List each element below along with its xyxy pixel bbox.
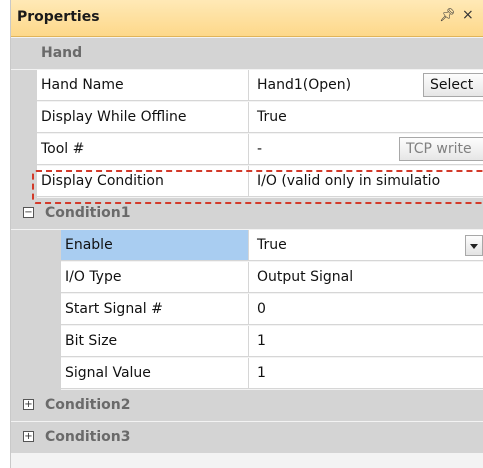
expand-icon[interactable]: +	[23, 431, 34, 442]
property-grid: Hand Hand Name Hand1(Open) Select Displa…	[11, 38, 483, 454]
pin-icon[interactable]: 📌︎	[439, 8, 456, 23]
property-row-io-type[interactable]: I/O Type Output Signal	[11, 262, 483, 294]
property-row-tool-number[interactable]: Tool # - TCP write	[11, 134, 483, 166]
property-row-start-signal[interactable]: Start Signal # 0	[11, 294, 483, 326]
category-condition2[interactable]: + Condition2	[11, 390, 483, 421]
category-condition1[interactable]: − Condition1	[11, 198, 483, 229]
property-value[interactable]: Output Signal	[249, 262, 483, 293]
property-name: Tool #	[37, 134, 249, 165]
property-name: Enable	[61, 230, 249, 261]
property-name: Display While Offline	[37, 102, 249, 133]
dropdown-arrow-icon[interactable]	[465, 235, 483, 256]
property-row-display-while-offline[interactable]: Display While Offline True	[11, 102, 483, 134]
panel-title-bar: Properties 📌︎ ×	[11, 0, 483, 37]
category-hand[interactable]: Hand	[11, 38, 483, 69]
select-button[interactable]: Select	[423, 73, 483, 97]
property-row-bit-size[interactable]: Bit Size 1	[11, 326, 483, 358]
category-label: Condition1	[45, 205, 131, 221]
property-value[interactable]: True	[249, 102, 483, 133]
close-icon[interactable]: ×	[462, 7, 474, 23]
property-value[interactable]: I/O (valid only in simulatio	[249, 166, 483, 197]
category-label: Hand	[41, 45, 83, 61]
property-value[interactable]: True	[249, 230, 483, 261]
property-name: Signal Value	[61, 358, 249, 389]
tcp-write-button[interactable]: TCP write	[399, 137, 483, 161]
property-name: Bit Size	[61, 326, 249, 357]
property-name: Start Signal #	[61, 294, 249, 325]
category-label: Condition3	[45, 429, 131, 445]
property-name: Display Condition	[37, 166, 249, 197]
property-value[interactable]: 0	[249, 294, 483, 325]
panel-title: Properties	[17, 9, 100, 25]
property-row-display-condition[interactable]: Display Condition I/O (valid only in sim…	[11, 166, 483, 198]
property-value[interactable]: 1	[249, 358, 483, 389]
collapse-icon[interactable]: −	[23, 207, 34, 218]
category-condition3[interactable]: + Condition3	[11, 422, 483, 453]
properties-panel: Properties 📌︎ × Hand Hand Name Hand1(Ope…	[10, 0, 483, 468]
property-value[interactable]: 1	[249, 326, 483, 357]
property-row-hand-name[interactable]: Hand Name Hand1(Open) Select	[11, 70, 483, 102]
property-row-enable[interactable]: Enable True	[11, 230, 483, 262]
expand-icon[interactable]: +	[23, 399, 34, 410]
property-name: Hand Name	[37, 70, 249, 101]
property-name: I/O Type	[61, 262, 249, 293]
category-label: Condition2	[45, 397, 131, 413]
property-row-signal-value[interactable]: Signal Value 1	[11, 358, 483, 390]
